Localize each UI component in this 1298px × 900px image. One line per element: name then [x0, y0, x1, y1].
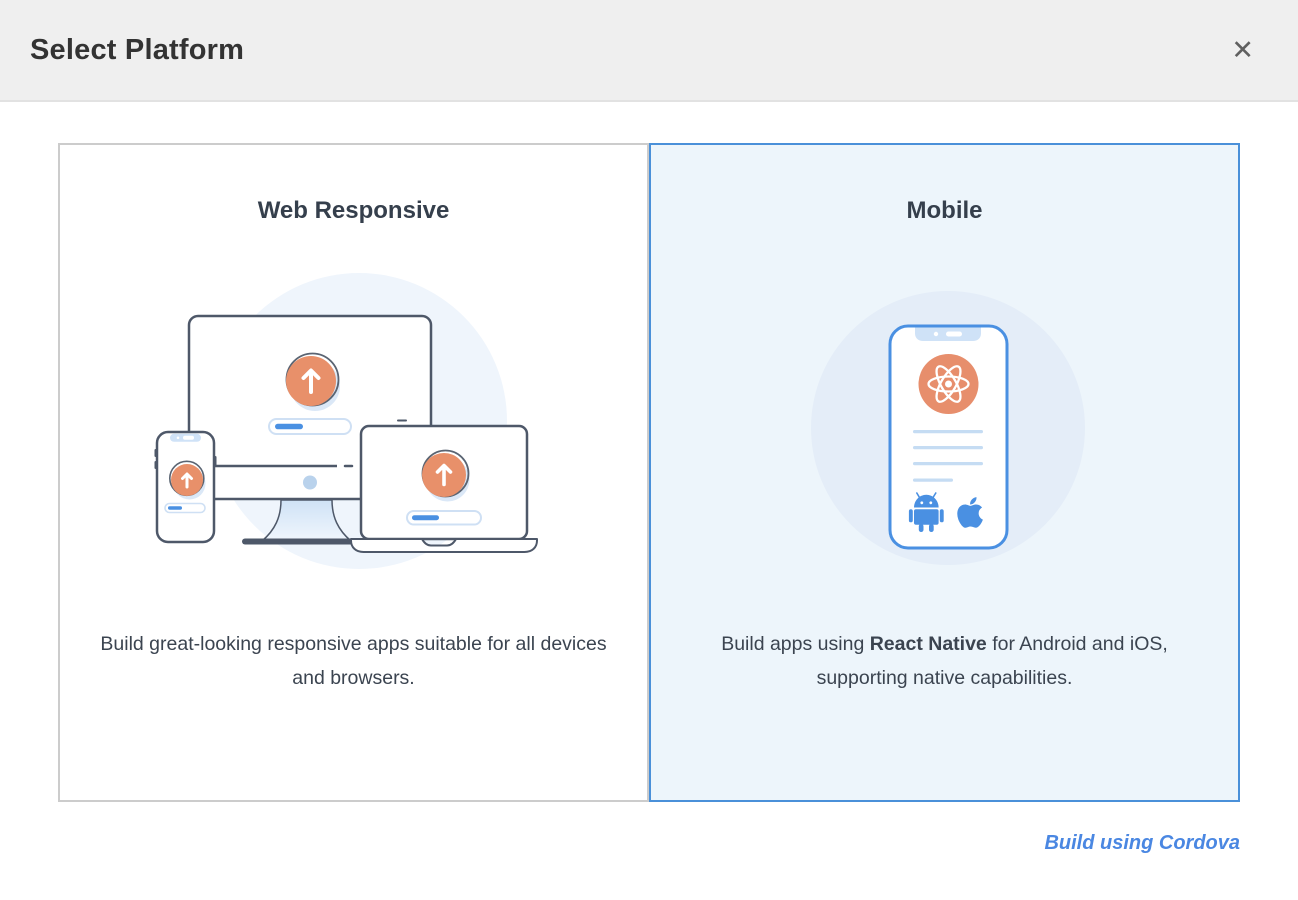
phone-react-illustration [795, 276, 1095, 566]
select-platform-modal: Select Platform ✕ Web Responsive [0, 0, 1298, 855]
progress-bar [165, 504, 205, 513]
platform-cards: Web Responsive [58, 143, 1240, 802]
react-logo-icon [918, 354, 978, 414]
mobile-card-title: Mobile [907, 197, 983, 225]
devices-upload-illustration [134, 271, 574, 571]
modal-footer: Build using Cordova [58, 802, 1240, 855]
build-using-cordova-link[interactable]: Build using Cordova [1044, 832, 1240, 855]
platform-card-mobile[interactable]: Mobile [649, 143, 1240, 802]
close-button[interactable]: ✕ [1221, 31, 1264, 70]
platform-card-web-responsive[interactable]: Web Responsive [58, 143, 649, 802]
modal-title: Select Platform [30, 34, 244, 67]
mobile-illustration [795, 271, 1095, 571]
web-card-description: Build great-looking responsive apps suit… [86, 628, 621, 695]
progress-bar [269, 419, 351, 434]
mobile-card-description: Build apps using React Native for Androi… [677, 628, 1212, 695]
web-card-title: Web Responsive [258, 197, 450, 225]
modal-body: Web Responsive [0, 102, 1298, 855]
progress-bar [407, 511, 481, 525]
modal-header: Select Platform ✕ [0, 0, 1298, 102]
close-icon: ✕ [1231, 35, 1254, 65]
web-responsive-illustration [134, 271, 574, 571]
